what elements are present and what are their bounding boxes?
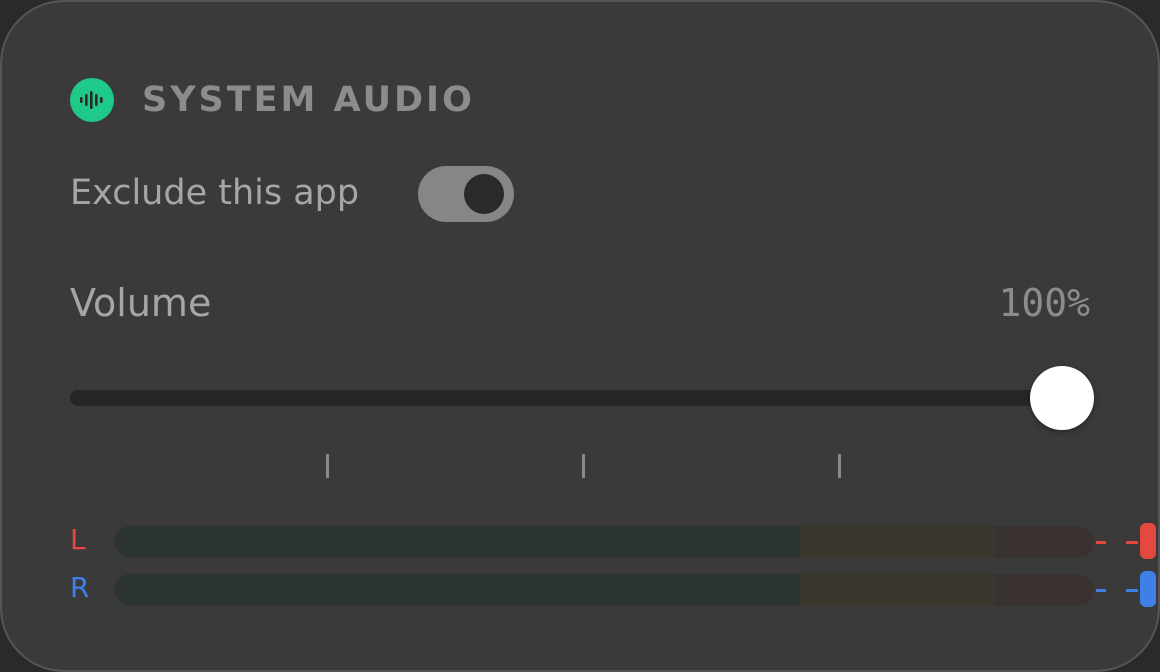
level-meter-left (114, 526, 1094, 558)
slider-tick (326, 454, 329, 478)
peak-dash (1126, 541, 1138, 544)
toggle-knob (464, 174, 504, 214)
level-meter-right (114, 574, 1094, 606)
peak-dash (1096, 589, 1106, 592)
peak-indicator-icon (1140, 523, 1156, 559)
channel-label-right: R (70, 571, 90, 604)
channel-label-left: L (70, 523, 86, 556)
volume-slider-thumb[interactable] (1030, 366, 1094, 430)
slider-tick (838, 454, 841, 478)
audio-waveform-icon (70, 78, 114, 122)
panel-header: SYSTEM AUDIO (70, 78, 475, 122)
volume-slider-track[interactable] (70, 390, 1094, 406)
volume-value: 100% (998, 281, 1090, 325)
slider-tick (582, 454, 585, 478)
exclude-app-toggle[interactable] (418, 166, 514, 222)
volume-label: Volume (70, 281, 212, 325)
peak-dash (1096, 541, 1106, 544)
system-audio-panel: SYSTEM AUDIO Exclude this app Volume 100… (0, 0, 1160, 672)
peak-dash (1126, 589, 1138, 592)
panel-title: SYSTEM AUDIO (142, 80, 475, 120)
peak-indicator-icon (1140, 571, 1156, 607)
exclude-app-label: Exclude this app (70, 173, 360, 213)
